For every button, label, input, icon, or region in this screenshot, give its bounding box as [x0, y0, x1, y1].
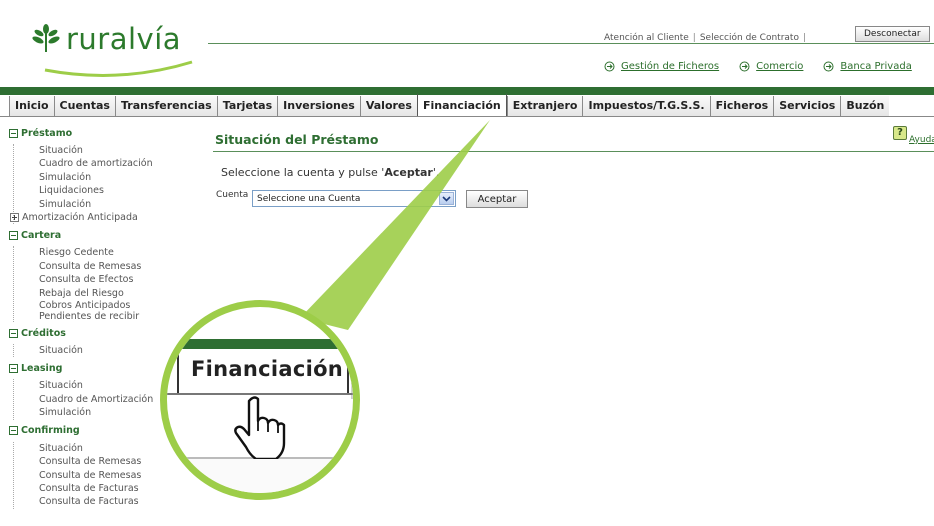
- magnifier-callout: Financiación: [160, 300, 360, 500]
- magnified-tab-financiacion: Financiación: [177, 349, 349, 393]
- magnified-bottom-band: [167, 457, 353, 493]
- callout-pointer: [300, 120, 490, 330]
- magnified-tabbar-band: [167, 339, 353, 349]
- pointer-hand-icon: [234, 396, 286, 459]
- magnifier-content: Financiación: [167, 307, 353, 493]
